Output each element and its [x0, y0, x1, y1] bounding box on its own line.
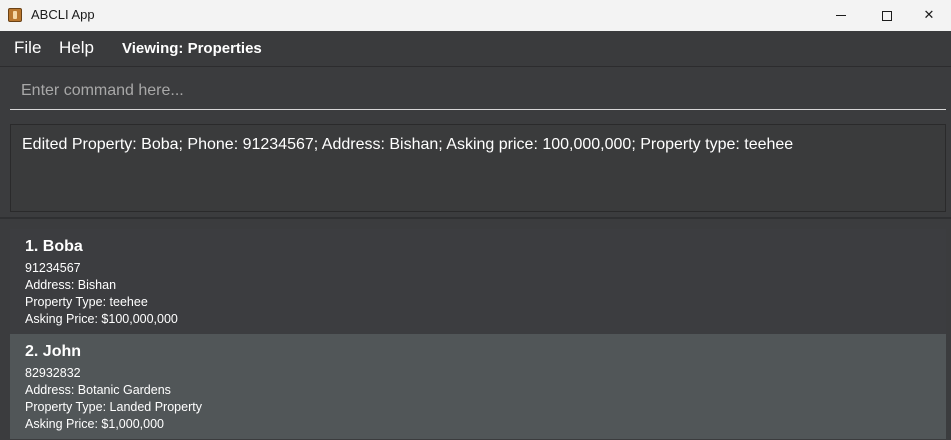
property-list[interactable]: 1. Boba 91234567 Address: Bishan Propert… — [10, 229, 946, 440]
maximize-icon — [882, 10, 892, 21]
property-price: Asking Price: $1,000,000 — [25, 417, 164, 431]
property-price: Asking Price: $100,000,000 — [25, 312, 178, 326]
property-title: 2. John — [25, 343, 82, 360]
divider — [0, 217, 951, 219]
property-type: Property Type: teehee — [25, 295, 148, 309]
command-area — [0, 67, 951, 118]
title-bar: ABCLI App ✕ — [0, 0, 951, 31]
property-card[interactable]: 1. Boba 91234567 Address: Bishan Propert… — [10, 229, 946, 334]
maximize-button[interactable] — [864, 0, 910, 31]
result-display: Edited Property: Boba; Phone: 91234567; … — [10, 124, 946, 212]
viewing-label: Viewing: Properties — [122, 40, 262, 57]
menu-file[interactable]: File — [14, 38, 41, 58]
property-address: Address: Botanic Gardens — [25, 383, 171, 397]
property-type: Property Type: Landed Property — [25, 400, 202, 414]
property-card-selected[interactable]: 2. John 82932832 Address: Botanic Garden… — [10, 334, 946, 439]
minimize-button[interactable] — [818, 0, 864, 31]
property-address: Address: Bishan — [25, 278, 117, 292]
menu-bar: File Help Viewing: Properties — [0, 31, 951, 67]
app-icon — [8, 8, 22, 22]
menu-help[interactable]: Help — [59, 38, 94, 58]
minimize-icon — [836, 15, 846, 16]
property-phone: 82932832 — [25, 366, 81, 380]
close-icon: ✕ — [923, 8, 935, 23]
property-phone: 91234567 — [25, 261, 81, 275]
property-title: 1. Boba — [25, 238, 83, 255]
window-title: ABCLI App — [31, 7, 95, 22]
close-button[interactable]: ✕ — [906, 0, 951, 31]
command-input[interactable] — [10, 73, 946, 110]
